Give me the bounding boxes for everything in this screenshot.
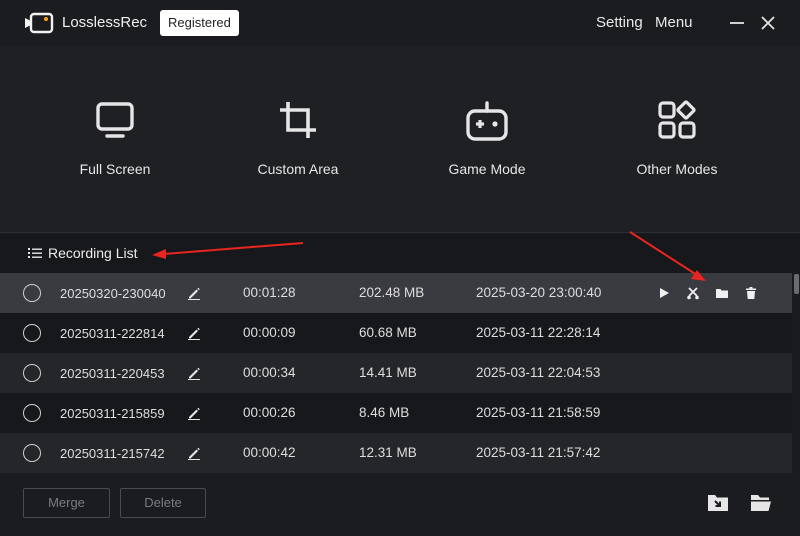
mode-label: Custom Area bbox=[257, 161, 339, 177]
recording-size: 8.46 MB bbox=[359, 405, 410, 420]
recording-size: 14.41 MB bbox=[359, 365, 417, 380]
merge-button[interactable]: Merge bbox=[23, 488, 110, 518]
recording-duration: 00:00:26 bbox=[243, 405, 296, 420]
recording-name: 20250311-222814 bbox=[60, 326, 165, 341]
divider bbox=[0, 232, 800, 233]
recording-date: 2025-03-11 21:58:59 bbox=[476, 405, 601, 420]
open-folder-icon[interactable] bbox=[750, 492, 772, 514]
main-menu[interactable]: Menu bbox=[655, 14, 693, 31]
recording-date: 2025-03-11 21:57:42 bbox=[476, 445, 601, 460]
edit-pencil-icon[interactable] bbox=[187, 366, 201, 380]
row-select-radio[interactable] bbox=[23, 444, 41, 462]
mode-label: Full Screen bbox=[79, 161, 151, 177]
row-select-radio[interactable] bbox=[23, 364, 41, 382]
setting-menu[interactable]: Setting bbox=[596, 14, 643, 31]
minimize-icon[interactable] bbox=[727, 13, 747, 33]
recording-size: 60.68 MB bbox=[359, 325, 417, 340]
app-logo-icon bbox=[25, 12, 54, 34]
recording-date: 2025-03-11 22:04:53 bbox=[476, 365, 601, 380]
recording-duration: 00:00:09 bbox=[243, 325, 296, 340]
row-select-radio[interactable] bbox=[23, 404, 41, 422]
edit-pencil-icon[interactable] bbox=[187, 286, 201, 300]
table-row[interactable]: 20250311-220453 00:00:34 14.41 MB 2025-0… bbox=[0, 353, 792, 393]
folder-icon[interactable] bbox=[715, 286, 729, 300]
monitor-icon bbox=[96, 102, 134, 138]
crop-icon bbox=[280, 102, 316, 138]
mode-game[interactable]: Game Mode bbox=[407, 46, 567, 232]
recording-name: 20250311-215742 bbox=[60, 446, 165, 461]
recording-size: 202.48 MB bbox=[359, 285, 425, 300]
list-icon bbox=[28, 248, 42, 258]
mode-label: Other Modes bbox=[636, 161, 718, 177]
edit-pencil-icon[interactable] bbox=[187, 406, 201, 420]
recording-name: 20250320-230040 bbox=[60, 286, 166, 301]
row-select-radio[interactable] bbox=[23, 324, 41, 342]
recording-date: 2025-03-11 22:28:14 bbox=[476, 325, 601, 340]
table-row[interactable]: 20250311-215742 00:00:42 12.31 MB 2025-0… bbox=[0, 433, 792, 473]
table-row[interactable]: 20250320-230040 00:01:28 202.48 MB 2025-… bbox=[0, 273, 792, 313]
mode-full-screen[interactable]: Full Screen bbox=[35, 46, 195, 232]
grid-modes-icon bbox=[658, 100, 696, 139]
recording-name: 20250311-220453 bbox=[60, 366, 165, 381]
row-select-radio[interactable] bbox=[23, 284, 41, 302]
recording-duration: 00:01:28 bbox=[243, 285, 296, 300]
scrollbar-thumb[interactable] bbox=[794, 274, 799, 294]
close-icon[interactable] bbox=[758, 13, 778, 33]
recording-list-header: Recording List bbox=[28, 244, 138, 262]
recording-list: 20250320-230040 00:01:28 202.48 MB 2025-… bbox=[0, 273, 792, 473]
mode-other[interactable]: Other Modes bbox=[597, 46, 757, 232]
trash-icon[interactable] bbox=[744, 286, 758, 300]
play-icon[interactable] bbox=[657, 286, 671, 300]
recording-date: 2025-03-20 23:00:40 bbox=[476, 285, 602, 300]
table-row[interactable]: 20250311-215859 00:00:26 8.46 MB 2025-03… bbox=[0, 393, 792, 433]
mode-panel: Full Screen Custom Area Game Mode Other … bbox=[0, 46, 800, 232]
registered-badge: Registered bbox=[160, 10, 239, 36]
gamepad-icon bbox=[466, 101, 508, 141]
delete-button[interactable]: Delete bbox=[120, 488, 206, 518]
scrollbar-track[interactable] bbox=[792, 273, 800, 473]
arrow-recording-list bbox=[152, 242, 304, 259]
import-folder-icon[interactable] bbox=[707, 492, 729, 514]
recording-list-title: Recording List bbox=[48, 245, 138, 261]
app-name: LosslessRec bbox=[62, 14, 148, 31]
bottom-bar: Merge Delete bbox=[0, 473, 800, 536]
table-row[interactable]: 20250311-222814 00:00:09 60.68 MB 2025-0… bbox=[0, 313, 792, 353]
scissors-icon[interactable] bbox=[686, 286, 700, 300]
title-bar: LosslessRec Registered Setting Menu bbox=[0, 0, 800, 46]
recording-name: 20250311-215859 bbox=[60, 406, 165, 421]
recording-duration: 00:00:34 bbox=[243, 365, 296, 380]
recording-size: 12.31 MB bbox=[359, 445, 417, 460]
recording-duration: 00:00:42 bbox=[243, 445, 296, 460]
mode-custom-area[interactable]: Custom Area bbox=[218, 46, 378, 232]
edit-pencil-icon[interactable] bbox=[187, 446, 201, 460]
edit-pencil-icon[interactable] bbox=[187, 326, 201, 340]
mode-label: Game Mode bbox=[448, 161, 526, 177]
